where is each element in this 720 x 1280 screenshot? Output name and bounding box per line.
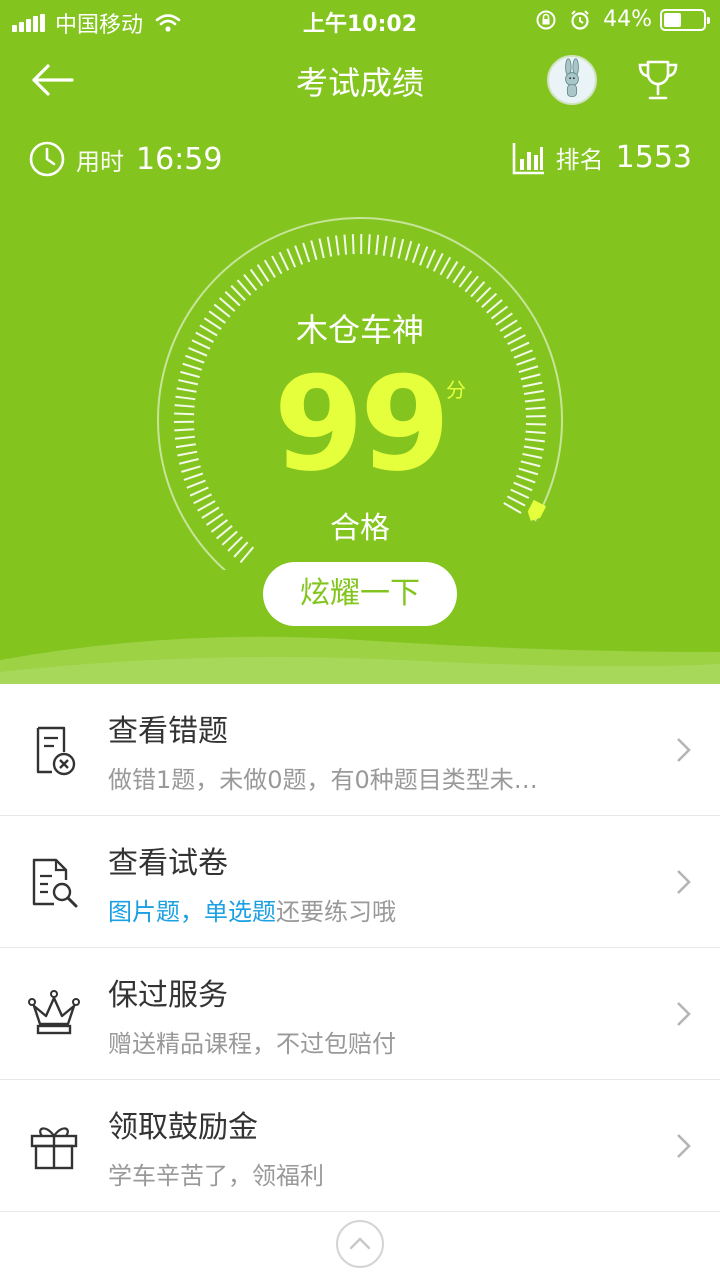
result-header: 中国移动 上午10:02 44% 考试成绩 用时 16:59 排名 1553 木… bbox=[0, 0, 720, 684]
rank-title: 木仓车神 bbox=[295, 311, 424, 349]
wrong-answers-icon bbox=[36, 726, 76, 776]
gauge-tick bbox=[375, 234, 380, 255]
ranking-value: 1553 bbox=[615, 140, 692, 175]
pass-status: 合格 bbox=[330, 511, 390, 546]
gauge-tick bbox=[367, 234, 371, 255]
gauge-tick bbox=[294, 245, 304, 265]
list-item-subtitle: 图片题，单选题还要练习哦 bbox=[108, 892, 396, 927]
chevron-right-icon bbox=[677, 1002, 691, 1026]
gauge-tick bbox=[335, 235, 340, 256]
gauge-tick bbox=[343, 234, 348, 255]
list-item-view-paper[interactable]: 查看试卷 图片题，单选题还要练习哦 bbox=[0, 816, 720, 948]
gauge-tick bbox=[278, 251, 290, 271]
gauge-tick bbox=[446, 261, 459, 280]
gauge-tick bbox=[310, 240, 318, 261]
gauge-tick bbox=[249, 268, 264, 287]
battery-icon bbox=[660, 8, 710, 31]
ranking: 排名 1553 bbox=[512, 140, 692, 175]
status-bar: 中国移动 上午10:02 44% bbox=[0, 0, 720, 40]
gauge-tick bbox=[326, 236, 333, 257]
share-button[interactable]: 炫耀一下 bbox=[263, 562, 457, 626]
gauge-tick bbox=[452, 265, 466, 284]
gauge-tick bbox=[351, 234, 355, 255]
trophy-icon[interactable] bbox=[634, 56, 682, 104]
list-item-subtitle: 赠送精品课程，不过包赔付 bbox=[108, 1030, 396, 1058]
avatar[interactable] bbox=[547, 55, 597, 105]
list-item-wrong-answers[interactable]: 查看错题 做错1题，未做0题，有0种题目类型未… bbox=[0, 684, 720, 816]
chevron-right-icon bbox=[677, 738, 691, 762]
gauge-tick bbox=[271, 255, 283, 275]
score-unit: 分 bbox=[446, 378, 466, 402]
orientation-lock-icon bbox=[536, 10, 556, 29]
paper-search-icon bbox=[32, 858, 78, 908]
list-item-title: 查看试卷 bbox=[108, 846, 228, 881]
time-used-value: 16:59 bbox=[136, 141, 223, 177]
gauge-tick bbox=[432, 252, 444, 272]
gauge-tick bbox=[404, 240, 413, 261]
gauge-tick bbox=[263, 259, 276, 278]
wave-decoration bbox=[0, 636, 720, 684]
gift-icon bbox=[30, 1127, 78, 1170]
list-item-subtitle: 学车辛苦了，领福利 bbox=[108, 1162, 324, 1190]
crown-icon bbox=[28, 990, 80, 1035]
weak-topics-highlight: 图片题，单选题 bbox=[108, 898, 276, 926]
list-item-pass-guarantee[interactable]: 保过服务 赠送精品课程，不过包赔付 bbox=[0, 948, 720, 1080]
time-used: 用时 16:59 bbox=[28, 140, 222, 178]
battery-percent: 44% bbox=[603, 7, 652, 32]
gauge-tick bbox=[464, 275, 479, 293]
gauge-tick bbox=[236, 279, 252, 296]
list-item-subtitle: 做错1题，未做0题，有0种题目类型未… bbox=[108, 766, 538, 794]
chevron-up-icon bbox=[349, 1237, 371, 1250]
gauge-tick bbox=[411, 243, 421, 263]
list-item-title: 领取鼓励金 bbox=[108, 1110, 258, 1145]
gauge-tick bbox=[286, 248, 297, 268]
bar-chart-icon bbox=[512, 142, 544, 174]
gauge-tick bbox=[419, 246, 429, 266]
gauge-tick bbox=[439, 256, 452, 276]
gauge-tick bbox=[239, 546, 255, 564]
alarm-icon bbox=[571, 9, 589, 30]
page-title: 考试成绩 bbox=[295, 64, 424, 102]
list-item-title: 查看错题 bbox=[108, 714, 228, 749]
gauge-tick bbox=[426, 249, 436, 269]
action-list: 查看错题 做错1题，未做0题，有0种题目类型未… 查看试卷 图片题，单选题还要练… bbox=[0, 684, 720, 1212]
gauge-tick bbox=[256, 264, 270, 282]
gauge-tick bbox=[382, 235, 388, 256]
gauge-tick bbox=[318, 238, 325, 259]
list-item-bonus[interactable]: 领取鼓励金 学车辛苦了，领福利 bbox=[0, 1080, 720, 1212]
gauge-tick bbox=[458, 270, 473, 288]
clock-icon bbox=[29, 141, 65, 177]
practice-hint: 还要练习哦 bbox=[276, 898, 396, 926]
score-value: 99 bbox=[273, 348, 451, 500]
chevron-right-icon bbox=[677, 1134, 691, 1158]
chevron-right-icon bbox=[677, 870, 691, 894]
gauge-tick bbox=[390, 237, 396, 258]
ranking-label: 排名 bbox=[555, 146, 604, 174]
scroll-top-button[interactable] bbox=[336, 1220, 384, 1268]
list-item-title: 保过服务 bbox=[108, 978, 228, 1013]
gauge-tick bbox=[397, 238, 405, 259]
gauge-tick bbox=[302, 242, 311, 263]
gauge-tick bbox=[243, 274, 258, 291]
time-used-label: 用时 bbox=[76, 147, 124, 176]
